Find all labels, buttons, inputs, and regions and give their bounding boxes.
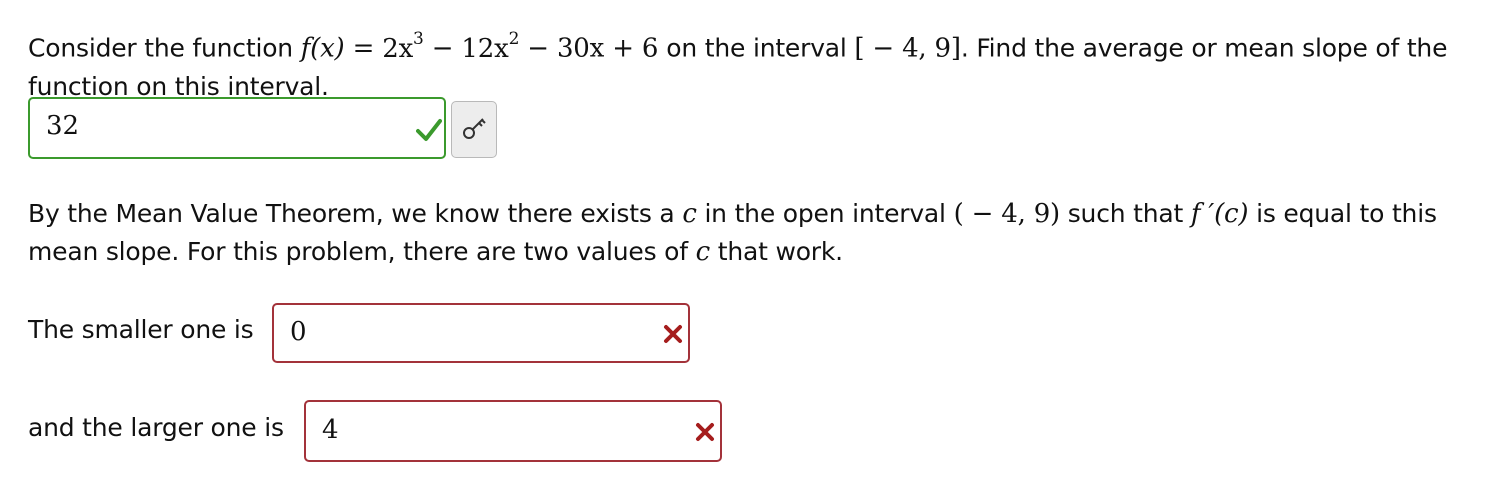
variable-c-2: c [695, 237, 711, 267]
larger-value-label: and the larger one is [28, 413, 284, 442]
question-2-text: By the Mean Value Theorem, we know there… [28, 195, 1488, 271]
function-expression: f(x) = 2x3 − 12x2 − 30x + 6 [300, 29, 667, 64]
smaller-value-answer-value: 0 [290, 317, 307, 347]
close-icon [664, 325, 682, 343]
check-icon [416, 119, 442, 141]
smaller-value-answer-field[interactable]: 0 [272, 303, 690, 363]
question-1-prefix: Consider the function [28, 33, 293, 63]
term-2: 12x2 [461, 29, 519, 64]
question-2-part-1: By the Mean Value Theorem, we know there… [28, 199, 675, 228]
minus-sign-2: − [527, 33, 549, 64]
equals-sign: = [352, 33, 375, 64]
question-2-part-3: such that [1067, 199, 1184, 228]
key-icon [463, 118, 486, 139]
term-1-base: 2x [382, 33, 414, 64]
mean-slope-answer-value: 32 [46, 111, 80, 141]
open-interval: ( − 4, 9) [953, 199, 1061, 229]
question-2-part-2: in the open interval [704, 199, 946, 228]
function-lhs: f(x) [300, 33, 345, 64]
answer-key-button[interactable] [451, 101, 497, 158]
smaller-value-label: The smaller one is [28, 315, 254, 344]
f-prime-expression: f ′(c) [1190, 199, 1249, 229]
question-2-part-5: that work. [717, 237, 843, 266]
term-1: 2x3 [382, 29, 424, 64]
term-2-exponent: 2 [508, 29, 520, 49]
term-2-base: 12x [461, 33, 509, 64]
plus-sign: + [612, 33, 634, 64]
question-1-text: Consider the function f(x) = 2x3 − 12x2 … [28, 23, 1488, 106]
closed-interval: [ − 4, 9] [854, 33, 961, 64]
term-3: 30x [556, 33, 605, 64]
larger-value-answer-field[interactable]: 4 [304, 400, 722, 462]
close-icon [696, 423, 714, 441]
variable-c-1: c [682, 199, 697, 229]
term-4: 6 [641, 33, 659, 64]
term-1-exponent: 3 [413, 29, 424, 49]
mean-slope-answer-field[interactable]: 32 [28, 97, 446, 159]
larger-value-answer-value: 4 [322, 415, 339, 445]
minus-sign-1: − [431, 33, 454, 64]
interval-text: on the interval [666, 33, 847, 63]
